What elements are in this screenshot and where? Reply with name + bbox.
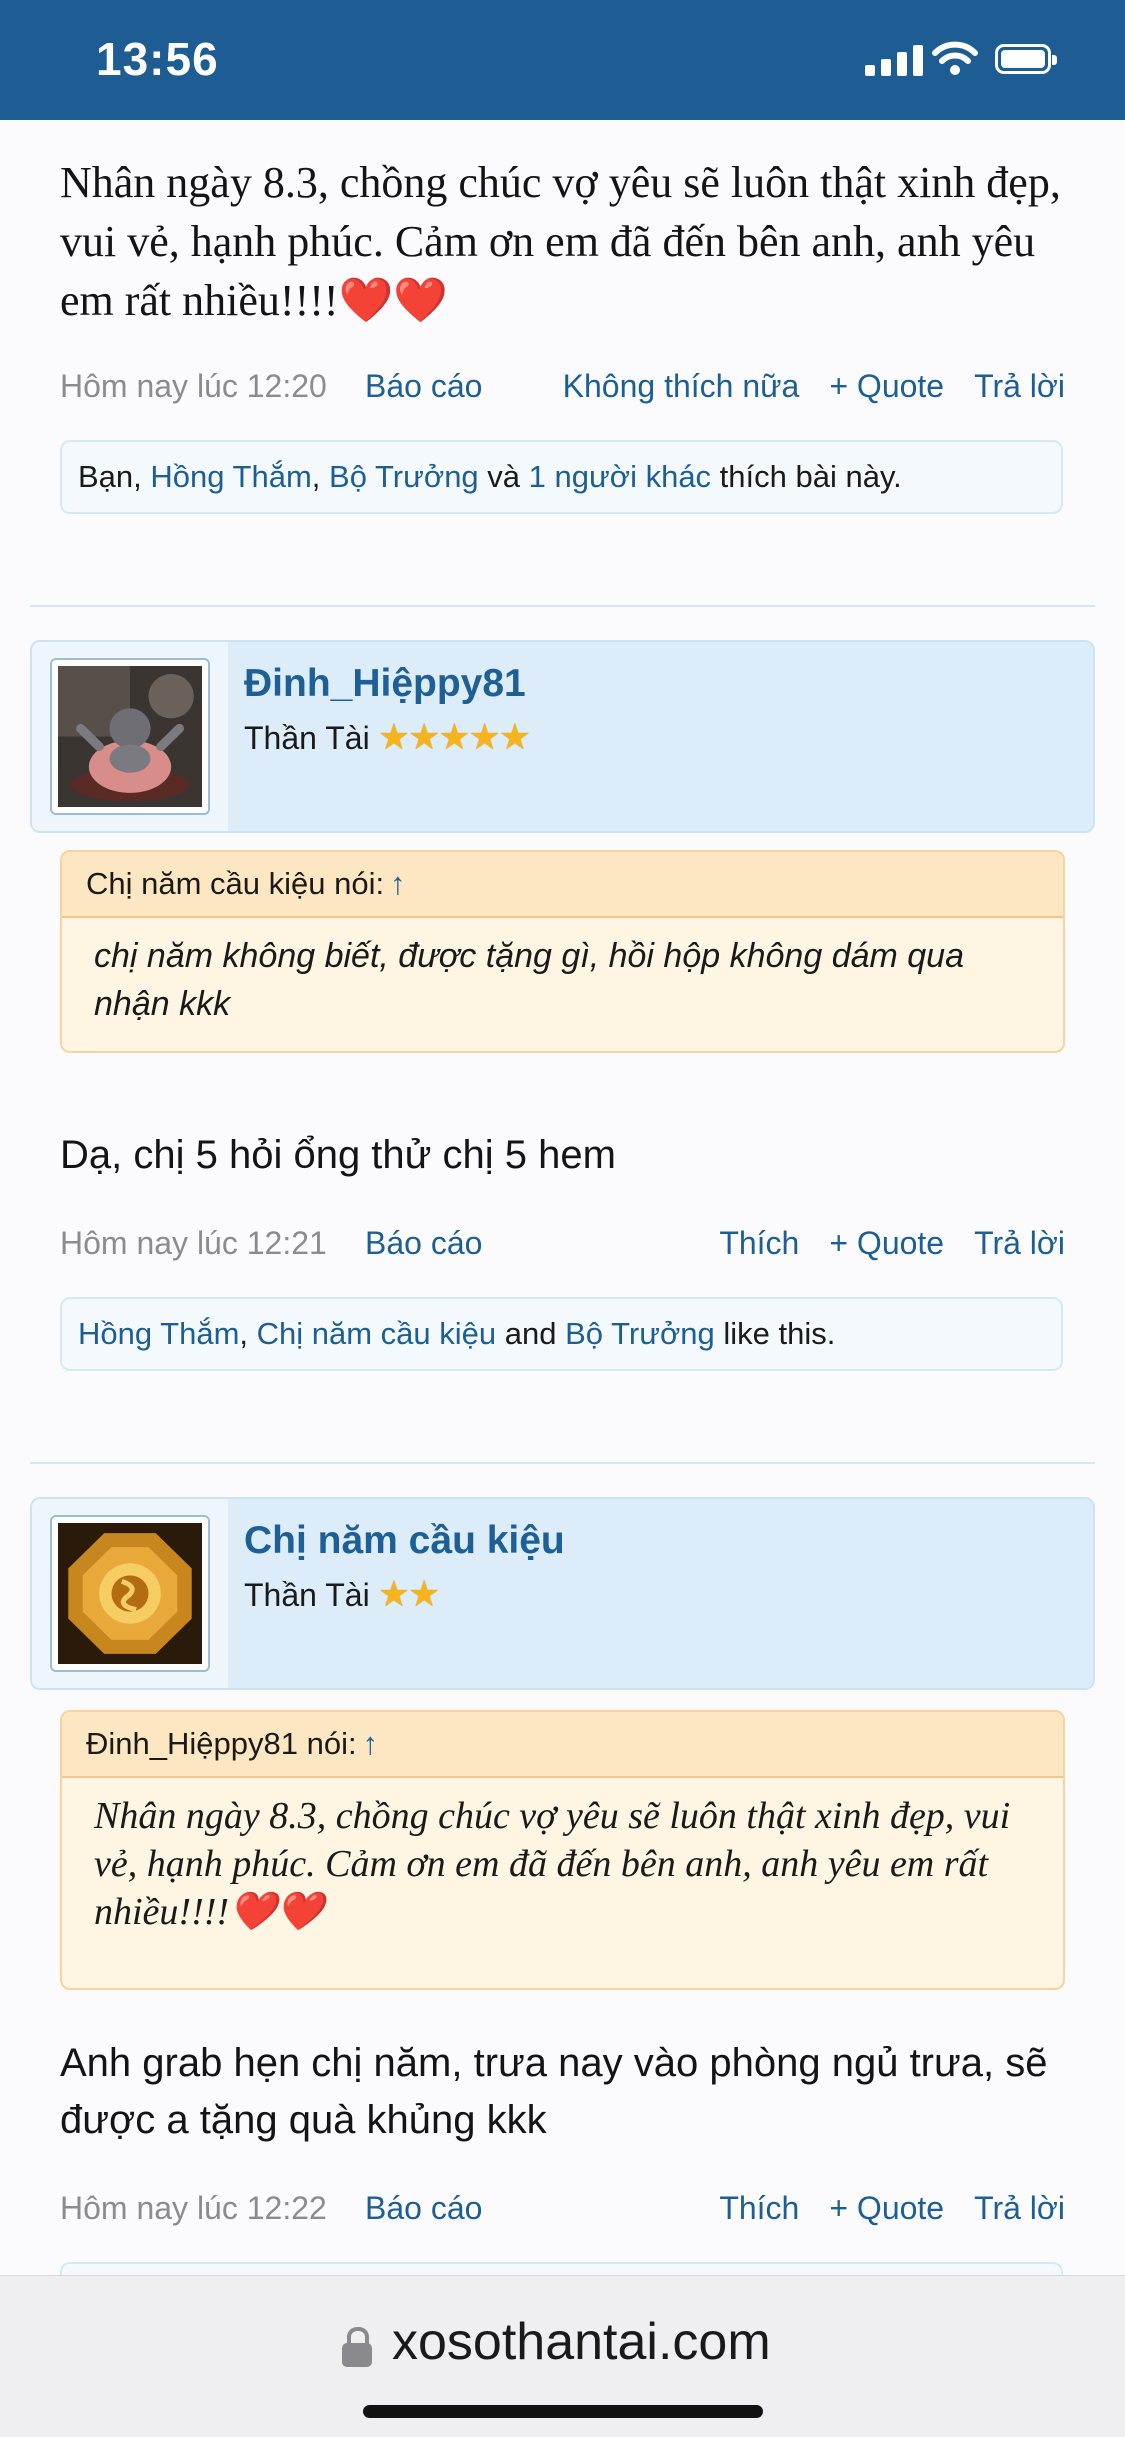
liker-link[interactable]: Bộ Trưởng xyxy=(329,459,479,494)
avatar-panel xyxy=(32,1499,228,1688)
post-date: Hôm nay lúc 12:21 xyxy=(60,1225,327,1261)
reply-link[interactable]: Trả lời xyxy=(974,1225,1065,1261)
quote-link[interactable]: + Quote xyxy=(829,2190,944,2226)
rank-title: Thần Tài xyxy=(244,720,370,756)
quote-block: Đinh_Hiệppy81 nói: ↑ Nhân ngày 8.3, chồng… xyxy=(60,1710,1065,1990)
reply-link[interactable]: Trả lời xyxy=(974,368,1065,404)
others-link[interactable]: 1 người khác xyxy=(529,459,711,494)
post-message: Anh grab hẹn chị năm, trưa nay vào phòng… xyxy=(60,2041,1048,2142)
jump-to-quote-icon[interactable]: ↑ xyxy=(390,866,406,901)
likes-text: and xyxy=(496,1316,566,1351)
avatar[interactable] xyxy=(50,1515,210,1672)
report-link[interactable]: Báo cáo xyxy=(365,1218,482,1268)
username-link[interactable]: Chị năm cầu kiệu xyxy=(244,1519,565,1563)
post-meta: Hôm nay lúc 12:21 Báo cáo Thích + Quote Tr… xyxy=(60,1218,1065,1268)
battery-icon xyxy=(995,44,1057,74)
avatar-panel xyxy=(32,642,228,831)
wifi-icon xyxy=(932,41,978,75)
likes-summary: Hồng Thắm, Chị năm cầu kiệu and Bộ Trưởn… xyxy=(60,1297,1063,1371)
user-rank: Thần Tài ★★★★★ xyxy=(244,716,531,758)
reply-link[interactable]: Trả lời xyxy=(974,2190,1065,2226)
quote-text: chị năm không biết, được tặng gì, hồi hộ… xyxy=(94,937,965,1023)
avatar[interactable] xyxy=(50,658,210,815)
status-bar: 13:56 xyxy=(0,0,1125,120)
likes-text: , xyxy=(311,459,330,494)
quote-header: Chị năm cầu kiệu nói: ↑ xyxy=(62,852,1063,918)
likes-summary: Bạn, Hồng Thắm, Bộ Trưởng và 1 người khá… xyxy=(60,440,1063,514)
post-meta: Hôm nay lúc 12:22 Báo cáo Thích + Quote Tr… xyxy=(60,2183,1065,2233)
likes-summary xyxy=(60,2262,1063,2275)
post-message: Nhân ngày 8.3, chồng chúc vợ yêu sẽ luôn… xyxy=(60,158,1061,325)
status-time: 13:56 xyxy=(96,33,219,85)
liker-link[interactable]: Bộ Trưởng xyxy=(565,1316,715,1351)
unlike-link[interactable]: Không thích nữa xyxy=(563,368,800,404)
likes-text: Bạn, xyxy=(78,459,151,494)
rank-stars-icon: ★★ xyxy=(377,1573,441,1614)
quote-text: Nhân ngày 8.3, chồng chúc vợ yêu sẽ luôn… xyxy=(94,1795,1011,1933)
report-link[interactable]: Báo cáo xyxy=(365,361,482,411)
quote-block: Chị năm cầu kiệu nói: ↑ chị năm không biế… xyxy=(60,850,1065,1053)
quote-author: Chị năm cầu kiệu nói: xyxy=(86,866,385,901)
url-text[interactable]: xosothantai.com xyxy=(392,2312,771,2372)
likes-text: thích bài này. xyxy=(711,459,902,494)
buddha-avatar-image xyxy=(58,666,202,807)
quote-link[interactable]: + Quote xyxy=(829,368,944,404)
rank-title: Thần Tài xyxy=(244,1577,370,1613)
rank-stars-icon: ★★★★★ xyxy=(377,716,531,757)
post-date: Hôm nay lúc 12:22 xyxy=(60,2190,327,2226)
user-rank: Thần Tài ★★ xyxy=(244,1573,441,1615)
like-link[interactable]: Thích xyxy=(719,1225,799,1261)
likes-text: , xyxy=(239,1316,257,1351)
post-meta: Hôm nay lúc 12:20 Báo cáo Không thích nữ… xyxy=(60,361,1065,411)
user-card: Đinh_Hiệppy81 Thần Tài ★★★★★ xyxy=(30,640,1095,833)
quote-link[interactable]: + Quote xyxy=(829,1225,944,1261)
lock-icon xyxy=(342,2327,372,2367)
likes-text: và xyxy=(478,459,529,494)
report-link[interactable]: Báo cáo xyxy=(365,2183,482,2233)
cellular-signal-icon xyxy=(865,44,927,76)
thread-content: Nhân ngày 8.3, chồng chúc vợ yêu sẽ luôn… xyxy=(0,120,1125,2275)
post-message: Dạ, chị 5 hỏi ổng thử chị 5 hem xyxy=(60,1133,616,1177)
liker-link[interactable]: Chị năm cầu kiệu xyxy=(257,1316,497,1351)
post-divider xyxy=(30,1462,1095,1464)
quote-header: Đinh_Hiệppy81 nói: ↑ xyxy=(62,1712,1063,1778)
jump-to-quote-icon[interactable]: ↑ xyxy=(363,1726,379,1761)
likes-text: like this. xyxy=(714,1316,836,1351)
browser-address-bar[interactable]: xosothantai.com xyxy=(0,2275,1125,2437)
bagua-charm-avatar-image xyxy=(58,1523,202,1664)
like-link[interactable]: Thích xyxy=(719,2190,799,2226)
liker-link[interactable]: Hồng Thắm xyxy=(150,459,311,494)
post-date: Hôm nay lúc 12:20 xyxy=(60,368,327,404)
quote-author: Đinh_Hiệppy81 nói: xyxy=(86,1726,357,1761)
post-divider xyxy=(30,605,1095,607)
home-indicator[interactable] xyxy=(363,2405,763,2418)
user-card: Chị năm cầu kiệu Thần Tài ★★ xyxy=(30,1497,1095,1690)
username-link[interactable]: Đinh_Hiệppy81 xyxy=(244,662,526,706)
liker-link[interactable]: Hồng Thắm xyxy=(78,1316,239,1351)
